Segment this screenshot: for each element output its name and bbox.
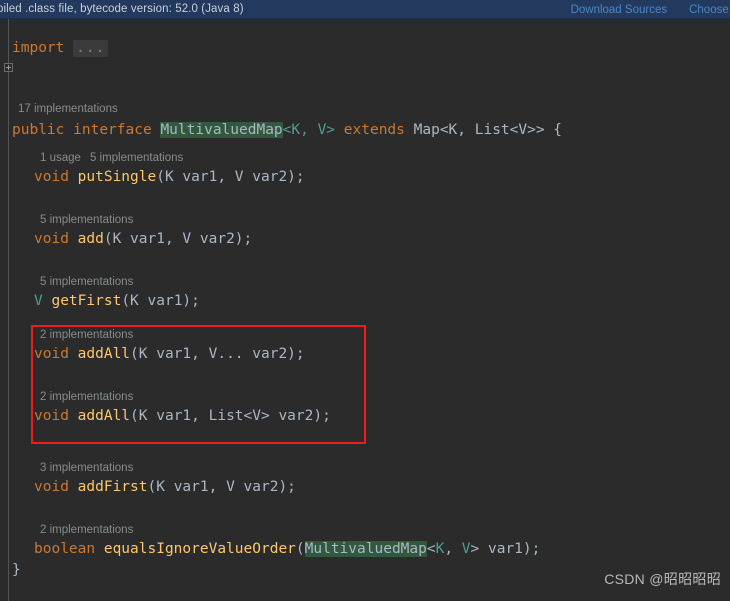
sp1 [64,122,73,138]
implementations-hint[interactable]: 2 implementations [40,329,133,341]
code-line-interface-declaration[interactable]: public interface MultivaluedMap<K, V> ex… [12,120,562,141]
code-line-equals-ignore-value-order[interactable]: boolean equalsIgnoreValueOrder(Multivalu… [34,539,540,560]
method-name-add-all[interactable]: addAll [78,346,130,362]
return-type-void: void [34,479,69,495]
csdn-watermark: CSDN @昭昭昭昭 [604,571,721,587]
code-line-put-single[interactable]: void putSingle(K var1, V var2); [34,167,305,188]
method-signature-put-single: (K var1, V var2); [156,169,305,185]
usages-hint[interactable]: 1 usage [40,152,81,164]
code-line-import[interactable]: import ... [12,38,109,59]
member-hint-add-first[interactable]: 3 implementations [40,459,133,478]
return-type-void: void [34,346,69,362]
sp3 [335,122,344,138]
folded-imports-placeholder[interactable]: ... [73,39,109,57]
parameter-type-multivalued-map[interactable]: MultivaluedMap [304,541,427,557]
implementations-hint[interactable]: 2 implementations [40,391,133,403]
download-sources-link[interactable]: Download Sources [571,4,668,16]
implementations-hint[interactable]: 5 implementations [40,214,133,226]
method-signature-add-all-varargs: (K var1, V... var2); [130,346,305,362]
sp [69,479,78,495]
sp [69,231,78,247]
implementations-hint[interactable]: 3 implementations [40,462,133,474]
import-keyword: import [12,40,65,56]
method-name-get-first[interactable]: getFirst [51,293,121,309]
method-signature-add-first: (K var1, V var2); [147,479,296,495]
method-signature-add-all-list: (K var1, List<V> var2); [130,408,331,424]
supertype: Map<K, List<V>> { [413,122,563,138]
return-type-boolean: boolean [34,541,96,557]
member-hint-equals-ignore-value-order[interactable]: 2 implementations [40,521,133,540]
code-line-get-first[interactable]: V getFirst(K var1); [34,291,200,312]
sp [69,408,78,424]
interface-keyword: interface [73,122,152,138]
interface-implementations-hint[interactable]: 17 implementations [18,100,118,119]
method-signature-add: (K var1, V var2); [103,231,253,247]
interface-type-params: <K, V> [282,122,336,138]
open-paren: ( [295,541,305,557]
return-type-void: void [34,169,69,185]
sp [69,346,78,362]
member-hint-add-all-list[interactable]: 2 implementations [40,388,133,407]
return-type-void: void [34,408,69,424]
implementations-hint[interactable]: 5 implementations [90,152,183,164]
return-type-v: V [34,293,43,309]
member-hint-add-all-varargs[interactable]: 2 implementations [40,326,133,345]
member-hint-add[interactable]: 5 implementations [40,211,133,230]
method-signature-get-first: (K var1); [121,293,200,309]
decompiled-class-banner: piled .class file, bytecode version: 52.… [0,0,730,19]
sp4 [405,122,414,138]
code-line-add-all-varargs[interactable]: void addAll(K var1, V... var2); [34,344,305,365]
gutter-divider [8,19,9,601]
code-line-add-first[interactable]: void addFirst(K var1, V var2); [34,477,296,498]
code-line-add[interactable]: void add(K var1, V var2); [34,229,252,250]
expand-fold-icon[interactable] [4,63,13,72]
member-hint-get-first[interactable]: 5 implementations [40,273,133,292]
member-hint-put-single[interactable]: 1 usage 5 implementations [40,149,183,168]
extends-keyword: extends [343,122,405,138]
method-name-add-first[interactable]: addFirst [78,479,148,495]
method-name-equals-ignore-value-order[interactable]: equalsIgnoreValueOrder [104,541,296,557]
code-editor[interactable]: import ... 17 implementations public int… [0,19,730,601]
return-type-void: void [34,231,69,247]
implementations-hint[interactable]: 5 implementations [40,276,133,288]
interface-name[interactable]: MultivaluedMap [160,122,283,138]
code-line-add-all-list[interactable]: void addAll(K var1, List<V> var2); [34,406,331,427]
implementations-hint[interactable]: 2 implementations [40,524,133,536]
banner-message: piled .class file, bytecode version: 52.… [0,3,244,15]
public-keyword: public [12,122,65,138]
import-space [64,40,73,56]
banner-links: Download Sources Choose So [571,0,730,18]
sp [69,169,78,185]
method-name-add-all[interactable]: addAll [78,408,130,424]
sp [95,541,104,557]
code-line-closing-brace[interactable]: } [12,560,21,581]
choose-sources-link[interactable]: Choose So [689,4,730,16]
method-signature-equals-tail: <K, V> var1); [426,541,541,557]
method-name-add[interactable]: add [78,231,104,247]
method-name-put-single[interactable]: putSingle [78,169,157,185]
